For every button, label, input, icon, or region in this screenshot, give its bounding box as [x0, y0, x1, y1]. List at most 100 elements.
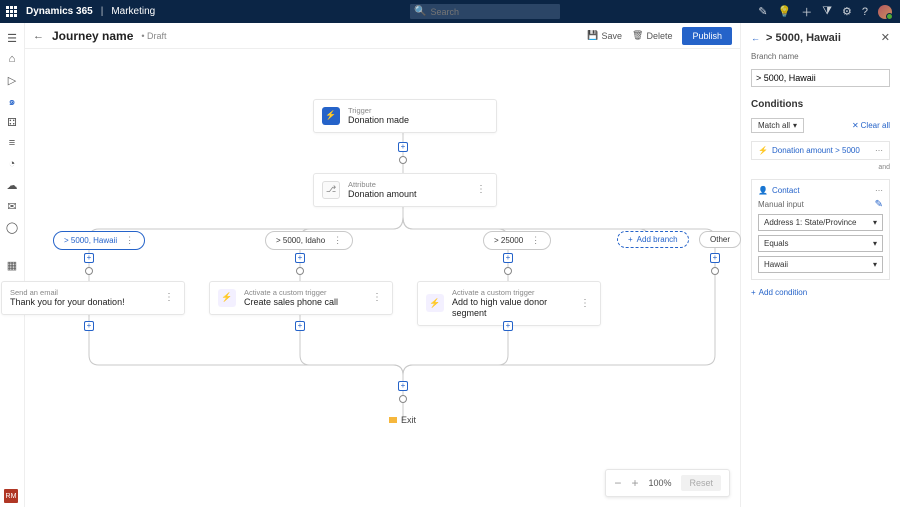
- branch-25000[interactable]: > 25000⋮: [483, 231, 551, 250]
- branch-more-icon[interactable]: ⋮: [333, 235, 342, 246]
- chevron-down-icon: ▾: [873, 218, 877, 227]
- publish-button[interactable]: Publish: [682, 27, 732, 45]
- app-name: Dynamics 365: [26, 6, 93, 17]
- add-step-button[interactable]: +: [710, 253, 720, 263]
- add-condition-button[interactable]: + Add condition: [751, 288, 890, 297]
- operator-select[interactable]: Equals▾: [758, 235, 883, 252]
- connector-ring: [399, 395, 407, 403]
- lightning-icon: ⚡: [426, 294, 444, 312]
- search-icon: 🔍: [414, 6, 426, 17]
- user-badge[interactable]: RM: [4, 489, 18, 503]
- branch-5000-idaho[interactable]: > 5000, Idaho⋮: [265, 231, 353, 250]
- and-label: and: [751, 164, 890, 171]
- lightning-icon: ⚡: [322, 107, 340, 125]
- gear-icon[interactable]: ⚙: [842, 5, 852, 18]
- contact-icon: 👤: [758, 186, 768, 195]
- plus-icon[interactable]: ＋: [801, 4, 812, 20]
- app-launcher-icon[interactable]: [6, 6, 18, 18]
- nav-menu-icon[interactable]: ☰: [5, 31, 19, 45]
- nav-list-icon[interactable]: ≡: [5, 136, 19, 150]
- nav-mail-icon[interactable]: ✉: [5, 199, 19, 213]
- save-button[interactable]: 💾 Save: [587, 30, 622, 41]
- condition-more-icon[interactable]: ⋯: [875, 146, 883, 155]
- back-button[interactable]: ←: [33, 30, 44, 42]
- nav-clock-icon[interactable]: ◔: [5, 157, 19, 171]
- flag-icon: [389, 417, 397, 423]
- value-select[interactable]: Hawaii▾: [758, 256, 883, 273]
- branch-icon: ⎇: [322, 181, 340, 199]
- add-step-button[interactable]: +: [295, 321, 305, 331]
- match-all-dropdown[interactable]: Match all▾: [751, 118, 804, 133]
- condition-block: 👤 Contact ⋯ Manual input ✎ Address 1: St…: [751, 179, 890, 280]
- branch-name-input[interactable]: [751, 69, 890, 87]
- edit-icon[interactable]: ✎: [875, 199, 883, 210]
- global-search[interactable]: 🔍: [410, 4, 560, 19]
- page-title: Journey name: [52, 29, 133, 43]
- zoom-reset-button[interactable]: Reset: [681, 475, 721, 491]
- node-more-icon[interactable]: ⋮: [162, 292, 176, 303]
- nav-home-icon[interactable]: ⌂: [5, 52, 19, 66]
- status-badge: • Draft: [141, 31, 166, 41]
- lightning-icon: ⚡: [758, 146, 768, 155]
- panel-title: > 5000, Hawaii: [766, 32, 841, 44]
- add-step-button[interactable]: +: [84, 321, 94, 331]
- branch-more-icon[interactable]: ⋮: [531, 235, 540, 246]
- zoom-value: 100%: [648, 478, 671, 488]
- journey-canvas[interactable]: ⚡ TriggerDonation made + ⎇ AttributeDona…: [25, 49, 740, 507]
- edit-icon[interactable]: ✎: [758, 5, 767, 18]
- zoom-controls: − + 100% Reset: [605, 469, 730, 497]
- connector-ring: [296, 267, 304, 275]
- chevron-down-icon: ▾: [793, 121, 797, 130]
- custom-trigger-node-1[interactable]: ⚡ Activate a custom triggerCreate sales …: [209, 281, 393, 315]
- nav-shape-icon[interactable]: ◯: [5, 220, 19, 234]
- connector-ring: [504, 267, 512, 275]
- add-step-button[interactable]: +: [295, 253, 305, 263]
- delete-button[interactable]: 🗑 Delete: [632, 30, 672, 41]
- exit-node: Exit: [389, 415, 416, 425]
- add-step-button[interactable]: +: [398, 142, 408, 152]
- add-step-button[interactable]: +: [84, 253, 94, 263]
- attribute-node[interactable]: ⎇ AttributeDonation amount ⋮: [313, 173, 497, 207]
- condition-row[interactable]: ⚡ Donation amount > 5000 ⋯: [751, 141, 890, 160]
- node-more-icon[interactable]: ⋮: [370, 292, 384, 303]
- branch-more-icon[interactable]: ⋮: [125, 235, 134, 246]
- panel-back-button[interactable]: ←: [751, 33, 760, 43]
- email-node[interactable]: Send an emailThank you for your donation…: [1, 281, 185, 315]
- nav-grid-icon[interactable]: ▦: [5, 258, 19, 272]
- connector-ring: [711, 267, 719, 275]
- attribute-select[interactable]: Address 1: State/Province▾: [758, 214, 883, 231]
- manual-input-label: Manual input: [758, 200, 804, 209]
- avatar[interactable]: [878, 5, 892, 19]
- conditions-heading: Conditions: [751, 99, 890, 110]
- custom-trigger-node-2[interactable]: ⚡ Activate a custom triggerAdd to high v…: [417, 281, 601, 326]
- add-branch-button[interactable]: + Add branch: [617, 231, 689, 248]
- nav-cloud-icon[interactable]: ☁: [5, 178, 19, 192]
- branch-5000-hawaii[interactable]: > 5000, Hawaii⋮: [53, 231, 145, 250]
- chevron-down-icon: ▾: [873, 239, 877, 248]
- left-nav: ☰ ⌂ ▷ ๑ ⚃ ≡ ◔ ☁ ✉ ◯ ▦ ▯: [0, 23, 25, 507]
- connector-ring: [85, 267, 93, 275]
- condition-more-icon[interactable]: ⋯: [875, 186, 883, 195]
- node-more-icon[interactable]: ⋮: [474, 184, 488, 195]
- add-step-button[interactable]: +: [503, 321, 513, 331]
- branch-other[interactable]: Other: [699, 231, 741, 248]
- zoom-in-button[interactable]: +: [631, 476, 638, 490]
- side-panel: ← > 5000, Hawaii ✕ Branch name Condition…: [740, 23, 900, 507]
- trigger-node[interactable]: ⚡ TriggerDonation made: [313, 99, 497, 133]
- connector-ring: [399, 156, 407, 164]
- nav-play-icon[interactable]: ▷: [5, 73, 19, 87]
- nav-journeys-icon[interactable]: ๑: [5, 94, 19, 108]
- panel-close-button[interactable]: ✕: [881, 31, 890, 44]
- clear-all-button[interactable]: ✕ Clear all: [852, 121, 890, 130]
- branch-name-label: Branch name: [751, 52, 890, 61]
- add-step-button[interactable]: +: [398, 381, 408, 391]
- nav-people-icon[interactable]: ⚃: [5, 115, 19, 129]
- search-input[interactable]: [430, 7, 556, 17]
- zoom-out-button[interactable]: −: [614, 476, 621, 490]
- chevron-down-icon: ▾: [873, 260, 877, 269]
- filter-icon[interactable]: ⧩: [822, 5, 832, 18]
- lightbulb-icon[interactable]: 💡: [777, 5, 791, 18]
- help-icon[interactable]: ?: [862, 6, 868, 18]
- add-step-button[interactable]: +: [503, 253, 513, 263]
- node-more-icon[interactable]: ⋮: [578, 298, 592, 309]
